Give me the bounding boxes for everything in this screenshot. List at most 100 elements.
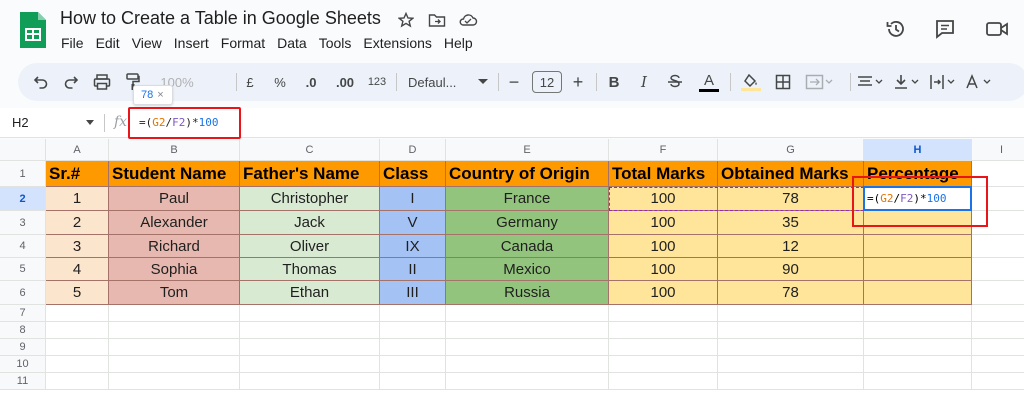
meet-video-icon[interactable] [985, 16, 1011, 42]
menu-data[interactable]: Data [277, 35, 307, 51]
percent-format-button[interactable]: % [272, 71, 288, 93]
menu-help[interactable]: Help [444, 35, 473, 51]
vertical-align-icon[interactable] [892, 71, 922, 93]
undo-icon[interactable] [32, 71, 50, 93]
cell[interactable] [109, 322, 240, 339]
cell[interactable] [609, 322, 718, 339]
data-cell[interactable]: 78 [718, 281, 864, 305]
column-header-f[interactable]: F [609, 139, 718, 161]
column-header-d[interactable]: D [380, 139, 446, 161]
data-cell[interactable]: 35 [718, 211, 864, 235]
increase-font-size-button[interactable]: + [570, 71, 586, 93]
borders-icon[interactable] [774, 71, 792, 93]
cell[interactable] [972, 305, 1024, 322]
cell[interactable] [446, 305, 609, 322]
cell[interactable] [109, 339, 240, 356]
cell[interactable] [609, 373, 718, 390]
cell[interactable] [972, 373, 1024, 390]
cell[interactable] [718, 339, 864, 356]
data-cell[interactable]: Paul [109, 187, 240, 211]
data-cell[interactable]: 90 [718, 258, 864, 281]
data-cell[interactable]: Canada [446, 235, 609, 258]
cell[interactable] [240, 322, 380, 339]
cell[interactable] [380, 356, 446, 373]
data-cell[interactable]: Thomas [240, 258, 380, 281]
cell[interactable] [380, 339, 446, 356]
data-cell[interactable]: II [380, 258, 446, 281]
data-cell[interactable]: Christopher [240, 187, 380, 211]
cell[interactable] [609, 356, 718, 373]
cell[interactable] [864, 373, 972, 390]
data-cell[interactable] [864, 258, 972, 281]
data-cell[interactable]: Oliver [240, 235, 380, 258]
row-header-5[interactable]: 5 [0, 258, 46, 281]
text-rotation-icon[interactable] [964, 71, 994, 93]
cell[interactable] [718, 322, 864, 339]
data-cell[interactable]: Mexico [446, 258, 609, 281]
cell[interactable] [46, 322, 109, 339]
header-cell[interactable]: Obtained Marks [718, 161, 864, 187]
menu-tools[interactable]: Tools [319, 35, 352, 51]
data-cell[interactable]: Ethan [240, 281, 380, 305]
menu-edit[interactable]: Edit [96, 35, 120, 51]
italic-button[interactable]: I [636, 71, 652, 93]
cell[interactable] [972, 235, 1024, 258]
cell[interactable] [46, 339, 109, 356]
data-cell[interactable]: France [446, 187, 609, 211]
menu-file[interactable]: File [61, 35, 84, 51]
cell[interactable] [446, 356, 609, 373]
menu-insert[interactable]: Insert [174, 35, 209, 51]
data-cell[interactable]: Jack [240, 211, 380, 235]
cell[interactable] [109, 305, 240, 322]
version-history-icon[interactable] [883, 16, 909, 42]
currency-format-button[interactable]: £ [242, 71, 258, 93]
header-cell[interactable]: Total Marks [609, 161, 718, 187]
menu-format[interactable]: Format [221, 35, 265, 51]
font-select-dropdown-icon[interactable] [478, 71, 488, 93]
header-cell[interactable]: Class [380, 161, 446, 187]
data-cell[interactable]: 4 [46, 258, 109, 281]
sheets-logo-icon[interactable] [18, 10, 48, 50]
name-box-dropdown-icon[interactable] [86, 120, 94, 125]
cell[interactable] [718, 356, 864, 373]
column-header-a[interactable]: A [46, 139, 109, 161]
data-cell[interactable]: Sophia [109, 258, 240, 281]
data-cell[interactable]: I [380, 187, 446, 211]
header-cell[interactable]: Father's Name [240, 161, 380, 187]
row-header-10[interactable]: 10 [0, 356, 46, 373]
cell[interactable] [240, 339, 380, 356]
column-header-b[interactable]: B [109, 139, 240, 161]
cloud-saved-icon[interactable] [458, 10, 478, 30]
row-header-9[interactable]: 9 [0, 339, 46, 356]
cell[interactable] [240, 356, 380, 373]
move-folder-icon[interactable] [427, 10, 447, 30]
more-formats-button[interactable]: 123 [364, 71, 390, 93]
data-cell[interactable]: 1 [46, 187, 109, 211]
cell[interactable] [446, 339, 609, 356]
data-cell[interactable]: Tom [109, 281, 240, 305]
cell[interactable] [446, 322, 609, 339]
increase-decimal-button[interactable]: .00 [332, 71, 358, 93]
cell[interactable] [972, 339, 1024, 356]
cell[interactable] [864, 356, 972, 373]
cell[interactable] [446, 373, 609, 390]
cell[interactable] [864, 339, 972, 356]
column-header-h[interactable]: H [864, 139, 972, 161]
cell[interactable] [972, 258, 1024, 281]
comments-icon[interactable] [932, 16, 958, 42]
column-header-g[interactable]: G [718, 139, 864, 161]
row-header-2[interactable]: 2 [0, 187, 46, 211]
cell[interactable] [718, 305, 864, 322]
cell[interactable] [972, 356, 1024, 373]
select-all-corner[interactable] [0, 139, 46, 161]
cell[interactable] [380, 373, 446, 390]
text-color-button[interactable]: A [698, 71, 720, 93]
data-cell[interactable]: III [380, 281, 446, 305]
row-header-1[interactable]: 1 [0, 161, 46, 187]
data-cell[interactable]: Germany [446, 211, 609, 235]
header-cell[interactable]: Sr.# [46, 161, 109, 187]
cell[interactable] [109, 373, 240, 390]
data-cell[interactable]: Richard [109, 235, 240, 258]
cell[interactable] [240, 373, 380, 390]
data-cell[interactable] [864, 235, 972, 258]
